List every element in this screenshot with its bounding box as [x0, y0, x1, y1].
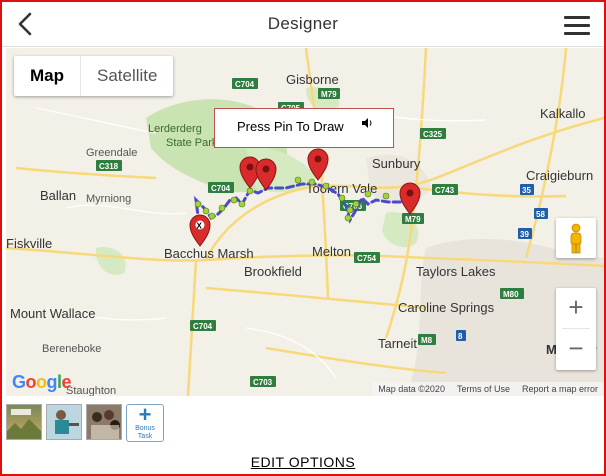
person-thumbnail[interactable] [46, 404, 82, 440]
svg-text:Craigieburn: Craigieburn [526, 168, 593, 183]
landscape-thumbnail[interactable] [6, 404, 42, 440]
instruction-callout: Press Pin To Draw [214, 108, 394, 148]
svg-text:8: 8 [458, 332, 463, 341]
svg-text:Gisborne: Gisborne [286, 72, 339, 87]
task-thumbnail-bar: + Bonus Task [6, 404, 164, 442]
svg-text:35: 35 [522, 186, 531, 195]
zoom-control: + − [556, 288, 596, 370]
map-type-control: Map Satellite [14, 56, 174, 96]
svg-text:State Park: State Park [166, 137, 218, 149]
svg-text:Staughton: Staughton [66, 385, 116, 396]
terms-of-use-link[interactable]: Terms of Use [457, 382, 510, 396]
map-type-map-button[interactable]: Map [14, 56, 80, 96]
svg-text:Bacchus Marsh: Bacchus Marsh [164, 246, 254, 261]
add-bonus-task-button[interactable]: + Bonus Task [126, 404, 164, 442]
svg-text:Mount Wallace: Mount Wallace [10, 306, 96, 321]
svg-text:Lerderderg: Lerderderg [148, 123, 202, 135]
svg-text:C325: C325 [423, 130, 443, 139]
svg-text:C704: C704 [193, 322, 213, 331]
svg-text:Fiskville: Fiskville [6, 236, 52, 251]
map-data-text: Map data ©2020 [378, 384, 445, 394]
google-logo: Google [12, 372, 72, 392]
svg-text:Kalkallo: Kalkallo [540, 106, 586, 121]
svg-text:C318: C318 [99, 162, 119, 171]
svg-text:Tarneit: Tarneit [378, 336, 417, 351]
svg-text:C703: C703 [253, 378, 273, 387]
page-title: Designer [267, 14, 339, 33]
app-frame: Designer Gisborne Kalkallo Lerderderg St… [0, 0, 606, 476]
task-label: Task [137, 433, 153, 440]
map-attribution: Map data ©2020 Terms of Use Report a map… [372, 382, 604, 396]
svg-text:M79: M79 [405, 215, 421, 224]
svg-text:M80: M80 [503, 290, 519, 299]
svg-text:C743: C743 [435, 186, 455, 195]
svg-text:M79: M79 [321, 90, 337, 99]
svg-text:C704: C704 [235, 80, 255, 89]
hamburger-menu-icon[interactable] [564, 16, 590, 35]
map-view[interactable]: Gisborne Kalkallo Lerderderg State Park … [6, 48, 604, 396]
svg-text:C754: C754 [357, 254, 377, 263]
svg-text:58: 58 [536, 210, 545, 219]
zoom-in-button[interactable]: + [556, 288, 596, 328]
svg-text:Myrniong: Myrniong [86, 193, 131, 205]
svg-text:Brookfield: Brookfield [244, 264, 302, 279]
svg-text:Taylors Lakes: Taylors Lakes [416, 264, 496, 279]
svg-text:39: 39 [520, 230, 529, 239]
group-thumbnail[interactable] [86, 404, 122, 440]
speaker-icon[interactable] [361, 117, 373, 132]
plus-icon: + [138, 402, 152, 427]
svg-text:Bereneboke: Bereneboke [42, 343, 101, 355]
svg-text:Melton: Melton [312, 244, 351, 259]
svg-text:Greendale: Greendale [86, 147, 137, 159]
callout-text: Press Pin To Draw [237, 119, 344, 134]
zoom-out-button[interactable]: − [556, 329, 596, 369]
map-type-satellite-button[interactable]: Satellite [80, 56, 173, 96]
report-error-link[interactable]: Report a map error [522, 382, 598, 396]
edit-options-link[interactable]: EDIT OPTIONS [2, 454, 604, 470]
street-view-pegman-icon[interactable] [556, 218, 596, 258]
bonus-label: Bonus [135, 425, 155, 432]
svg-text:Sunbury: Sunbury [372, 156, 421, 171]
svg-text:Ballan: Ballan [40, 188, 76, 203]
svg-text:Caroline Springs: Caroline Springs [398, 300, 495, 315]
svg-text:C704: C704 [211, 184, 231, 193]
svg-text:M8: M8 [421, 336, 433, 345]
map-canvas[interactable]: Gisborne Kalkallo Lerderderg State Park … [6, 48, 604, 396]
top-bar: Designer [2, 2, 604, 47]
